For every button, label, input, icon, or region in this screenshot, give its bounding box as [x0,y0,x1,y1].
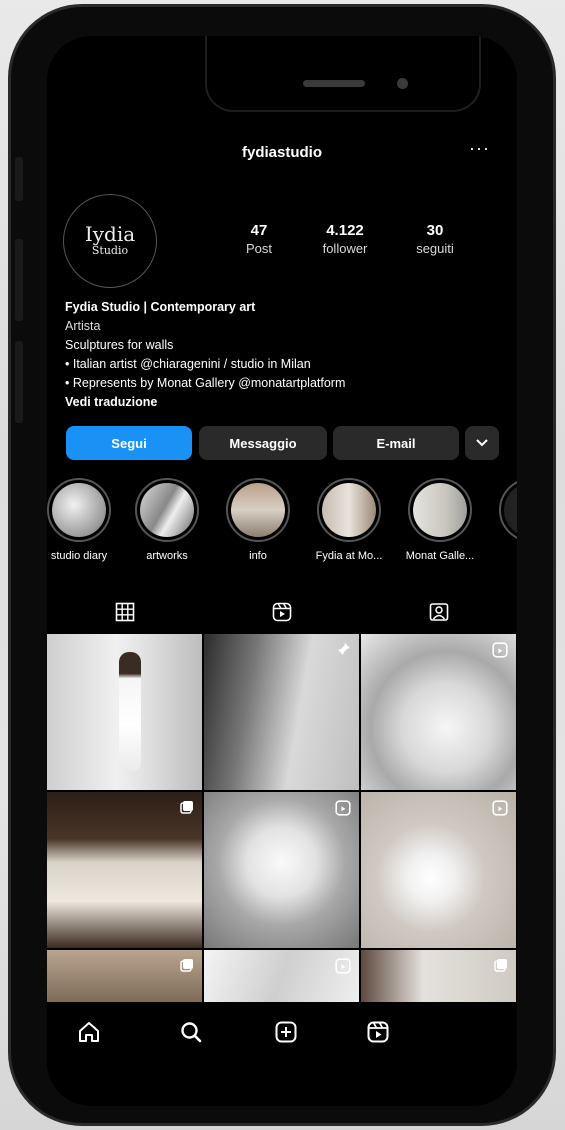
avatar[interactable]: Iydia Studio [63,194,157,288]
reel-icon [335,958,351,979]
highlight-studio-diary[interactable]: studio diary [47,478,119,562]
reel-icon [335,800,351,821]
profile-username: fydiastudio [241,144,322,161]
tagged-icon [429,603,449,621]
post-tile[interactable] [204,950,359,1004]
tab-reels[interactable] [204,596,360,628]
nav-home[interactable] [69,1012,109,1052]
highlight-thumbnail [408,478,472,542]
more-options-icon[interactable]: ··· [469,138,490,159]
stat-followers[interactable]: 4.122 follower [305,222,385,256]
bio-line: Sculptures for walls [65,338,174,352]
reel-icon [492,800,508,821]
highlight-artworks[interactable]: artworks [127,478,207,562]
highlight-label: artworks [146,550,188,562]
reels-icon [367,1021,389,1043]
highlight-thumbnail [499,478,517,542]
grid-icon [115,602,135,622]
post-tile[interactable] [204,634,359,790]
side-button-volume-up [15,239,23,321]
stat-following[interactable]: 30 seguiti [403,222,467,256]
notch [205,36,481,112]
create-icon [275,1021,297,1043]
stat-posts[interactable]: 47 Post [229,222,289,256]
side-button-mute [15,157,23,201]
stat-following-label: seguiti [416,241,454,256]
highlight-thumbnail [226,478,290,542]
post-tile[interactable] [47,792,202,948]
side-button-volume-down [15,341,23,423]
nav-create[interactable] [266,1012,306,1052]
see-translation-link[interactable]: Vedi traduzione [65,393,345,412]
suggested-dropdown-button[interactable] [465,426,499,460]
highlight-label: Fydia at Mo... [315,550,383,562]
post-figure [119,652,141,772]
profile-bio: Fydia Studio | Contemporary art Artista … [65,298,345,412]
highlight-label: info [249,550,267,562]
reels-icon [272,602,292,622]
chevron-down-icon [476,439,488,447]
carousel-icon [180,800,194,819]
highlight-thumbnail [317,478,381,542]
avatar-logo-line1: Iydia [84,222,136,246]
screen: fydiastudio ··· Iydia Studio 47 Post 4.1… [47,36,517,1106]
stat-followers-label: follower [322,241,368,256]
bio-line: • Italian artist @chiaragenini / studio … [65,357,311,371]
tab-tagged[interactable] [361,596,517,628]
highlight-thumbnail [47,478,111,542]
email-button[interactable]: E-mail [333,426,459,460]
nav-search[interactable] [171,1012,211,1052]
nav-reels[interactable] [358,1012,398,1052]
highlight-fydia-at-mo[interactable]: Fydia at Mo... [309,478,389,562]
highlight-label: studio diary [50,550,108,562]
home-icon [79,1022,99,1042]
follow-button[interactable]: Segui [66,426,192,460]
reel-icon [492,642,508,663]
highlight-label: s [491,550,517,562]
post-tile[interactable] [361,634,516,790]
stat-posts-label: Post [245,241,272,256]
front-camera [397,78,408,89]
post-tile[interactable] [361,950,516,1004]
highlight-partial[interactable]: s [491,478,517,562]
stat-followers-value: 4.122 [326,222,364,239]
post-tile[interactable] [361,792,516,948]
stat-following-value: 30 [426,222,444,239]
speaker [303,80,365,87]
bottom-nav [47,1002,517,1062]
profile-display-name: Fydia Studio | Contemporary art [65,300,256,314]
carousel-icon [180,958,194,977]
bio-line: • Represents by Monat Gallery @monatartp… [65,376,346,390]
post-tile[interactable] [47,950,202,1004]
post-tile[interactable] [204,792,359,948]
profile-category: Artista [65,319,101,333]
highlight-monat-gallery[interactable]: Monat Galle... [400,478,480,562]
stat-posts-value: 47 [250,222,268,239]
profile-tabs [47,596,517,628]
message-button[interactable]: Messaggio [199,426,327,460]
search-icon [181,1022,202,1043]
tab-posts[interactable] [47,596,203,628]
pin-icon [337,642,351,661]
highlight-thumbnail [135,478,199,542]
post-tile[interactable] [47,634,202,790]
carousel-icon [494,958,508,977]
avatar-logo-line2: Studio [91,244,129,257]
highlight-info[interactable]: info [218,478,298,562]
highlight-label: Monat Galle... [405,550,475,562]
